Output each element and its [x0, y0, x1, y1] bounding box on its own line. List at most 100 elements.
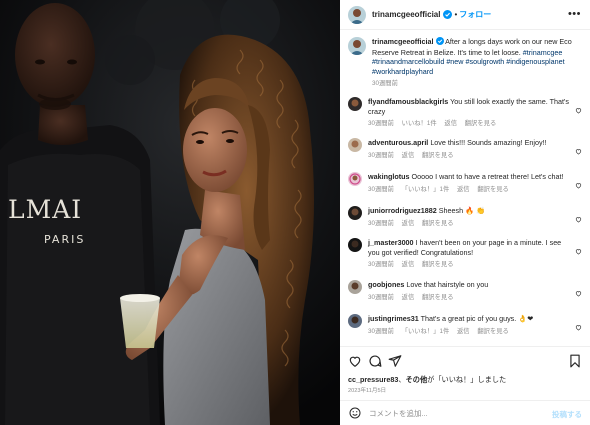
likes-joiner: 、: [398, 375, 406, 384]
bookmark-icon[interactable]: [569, 354, 581, 373]
caption-verified-badge-icon: [435, 37, 444, 48]
comment-body: juniorrodriguez1882 Sheesh 🔥 👏 30週間前 返信 …: [368, 206, 584, 228]
comment-heart-icon[interactable]: [575, 318, 582, 336]
comment-item: j_master3000 I haven't been on your page…: [348, 238, 584, 270]
verified-badge-icon: [443, 6, 453, 24]
post-photo: LMAI PARIS: [0, 0, 340, 425]
comment-username[interactable]: goobjones: [368, 280, 404, 289]
comment-avatar[interactable]: [348, 206, 362, 220]
action-bar: [340, 346, 590, 374]
heart-icon[interactable]: [348, 354, 362, 373]
comment-meta: 30週間前 「いいね！」1件 返信 翻訳を見る: [368, 327, 572, 337]
comment-body: adventurous.april Love this!!! Sounds am…: [368, 138, 584, 160]
comment-input[interactable]: [369, 408, 539, 418]
comment-avatar[interactable]: [348, 138, 362, 152]
post-side-panel: trinamcgeeofficial • フォロー ••• trinamcgee…: [340, 0, 590, 425]
comment-meta: 30週間前 返信 翻訳を見る: [368, 293, 572, 303]
comment-heart-icon[interactable]: [575, 210, 582, 228]
comment-translate-button[interactable]: 翻訳を見る: [477, 186, 508, 193]
instagram-post-modal: LMAI PARIS trinamcgeeofficial • フォロー •••…: [0, 0, 590, 425]
comment-meta: 30週間前 「いいね！」1件 返信 翻訳を見る: [368, 185, 572, 195]
comment-meta: 30週間前 返信 翻訳を見る: [368, 151, 572, 161]
comment-time: 30週間前: [368, 219, 394, 227]
header-separator: •: [454, 10, 458, 19]
owner-username[interactable]: trinamcgeeofficial: [372, 10, 440, 19]
post-date: 2023年11月5日: [348, 388, 387, 394]
comment-item: justingrimes31 That's a great pic of you…: [348, 314, 584, 336]
comment-item: flyandfamousblackgirls You still look ex…: [348, 97, 584, 129]
comment-body: justingrimes31 That's a great pic of you…: [368, 314, 584, 336]
comment-item: wakinglotus Ooooo I want to have a retre…: [348, 172, 584, 194]
comment-body: flyandfamousblackgirls You still look ex…: [368, 97, 584, 129]
comment-username[interactable]: juniorrodriguez1882: [368, 206, 437, 215]
comment-item: adventurous.april Love this!!! Sounds am…: [348, 138, 584, 160]
comment-reply-button[interactable]: 返信: [457, 186, 470, 193]
comment-reply-button[interactable]: 返信: [402, 220, 415, 227]
follow-button[interactable]: フォロー: [459, 9, 491, 20]
caption-time: 30週間前: [372, 80, 398, 88]
caption: trinamcgeeofficial After a longs days wo…: [348, 37, 584, 89]
comments-list[interactable]: trinamcgeeofficial After a longs days wo…: [340, 31, 590, 345]
comment-avatar[interactable]: [348, 238, 362, 252]
comment-body: goobjones Love that hairstyle on you 30週…: [368, 280, 584, 302]
comment-translate-button[interactable]: 翻訳を見る: [422, 152, 453, 159]
likes-suffix: が「いいね！」しました: [427, 375, 507, 384]
comment-text: Love that hairstyle on you: [406, 280, 489, 289]
comment-meta: 30週間前 いいね！1件 返信 翻訳を見る: [368, 119, 572, 129]
comment-heart-icon[interactable]: [575, 101, 582, 119]
emoji-icon[interactable]: [349, 407, 361, 419]
caption-avatar[interactable]: [348, 37, 366, 55]
comment-time: 30週間前: [368, 327, 394, 335]
comment-meta: 30週間前 返信 翻訳を見る: [368, 260, 572, 270]
comment-item: goobjones Love that hairstyle on you 30週…: [348, 280, 584, 302]
caption-username[interactable]: trinamcgeeofficial: [372, 37, 434, 46]
comment-translate-button[interactable]: 翻訳を見る: [422, 294, 453, 301]
post-comment-button[interactable]: 投稿する: [552, 409, 582, 420]
comment-username[interactable]: j_master3000: [368, 238, 414, 247]
caption-body: trinamcgeeofficial After a longs days wo…: [372, 37, 584, 89]
comment-time: 30週間前: [368, 151, 394, 159]
comment-translate-button[interactable]: 翻訳を見る: [465, 120, 496, 127]
comment-reply-button[interactable]: 返信: [402, 152, 415, 159]
comment-reply-button[interactable]: 返信: [444, 120, 457, 127]
comment-reply-button[interactable]: 返信: [457, 328, 470, 335]
send-icon[interactable]: [388, 354, 402, 373]
comment-translate-button[interactable]: 翻訳を見る: [477, 328, 508, 335]
comment-body: j_master3000 I haven't been on your page…: [368, 238, 584, 270]
comment-meta: 30週間前 返信 翻訳を見る: [368, 219, 572, 229]
comment-body: wakinglotus Ooooo I want to have a retre…: [368, 172, 584, 194]
shirt-print-city: PARIS: [44, 233, 85, 246]
post-header: trinamcgeeofficial • フォロー •••: [340, 0, 590, 30]
comment-heart-icon[interactable]: [575, 176, 582, 194]
owner-avatar[interactable]: [348, 5, 366, 24]
likes-user[interactable]: cc_pressure83: [348, 375, 398, 384]
likes-others[interactable]: その他: [406, 375, 428, 384]
comment-icon[interactable]: [368, 354, 382, 373]
more-options-icon[interactable]: •••: [568, 9, 581, 20]
comment-text: Ooooo I want to have a retreat there! Le…: [411, 172, 564, 181]
comment-reply-button[interactable]: 返信: [402, 294, 415, 301]
comment-translate-button[interactable]: 翻訳を見る: [422, 220, 453, 227]
comment-time: 30週間前: [368, 261, 394, 269]
caption-meta: 30週間前: [372, 79, 572, 89]
comment-avatar[interactable]: [348, 97, 362, 111]
comment-time: 30週間前: [368, 120, 394, 128]
comment-heart-icon[interactable]: [575, 284, 582, 302]
comment-avatar[interactable]: [348, 314, 362, 328]
comment-reply-button[interactable]: 返信: [402, 261, 415, 268]
comment-like-count[interactable]: いいね！1件: [402, 120, 437, 127]
comment-heart-icon[interactable]: [575, 142, 582, 160]
comment-username[interactable]: justingrimes31: [368, 314, 419, 323]
comment-username[interactable]: adventurous.april: [368, 138, 428, 147]
comment-username[interactable]: wakinglotus: [368, 172, 410, 181]
comment-username[interactable]: flyandfamousblackgirls: [368, 97, 448, 106]
comment-like-count[interactable]: 「いいね！」1件: [402, 186, 450, 193]
comment-time: 30週間前: [368, 185, 394, 193]
comment-translate-button[interactable]: 翻訳を見る: [422, 261, 453, 268]
comment-avatar[interactable]: [348, 280, 362, 294]
comment-avatar[interactable]: [348, 172, 362, 186]
comment-heart-icon[interactable]: [575, 242, 582, 260]
comment-like-count[interactable]: 「いいね！」1件: [402, 328, 450, 335]
post-photo-image: LMAI PARIS: [0, 0, 340, 425]
comment-text: That's a great pic of you guys. 👌❤: [420, 314, 534, 323]
